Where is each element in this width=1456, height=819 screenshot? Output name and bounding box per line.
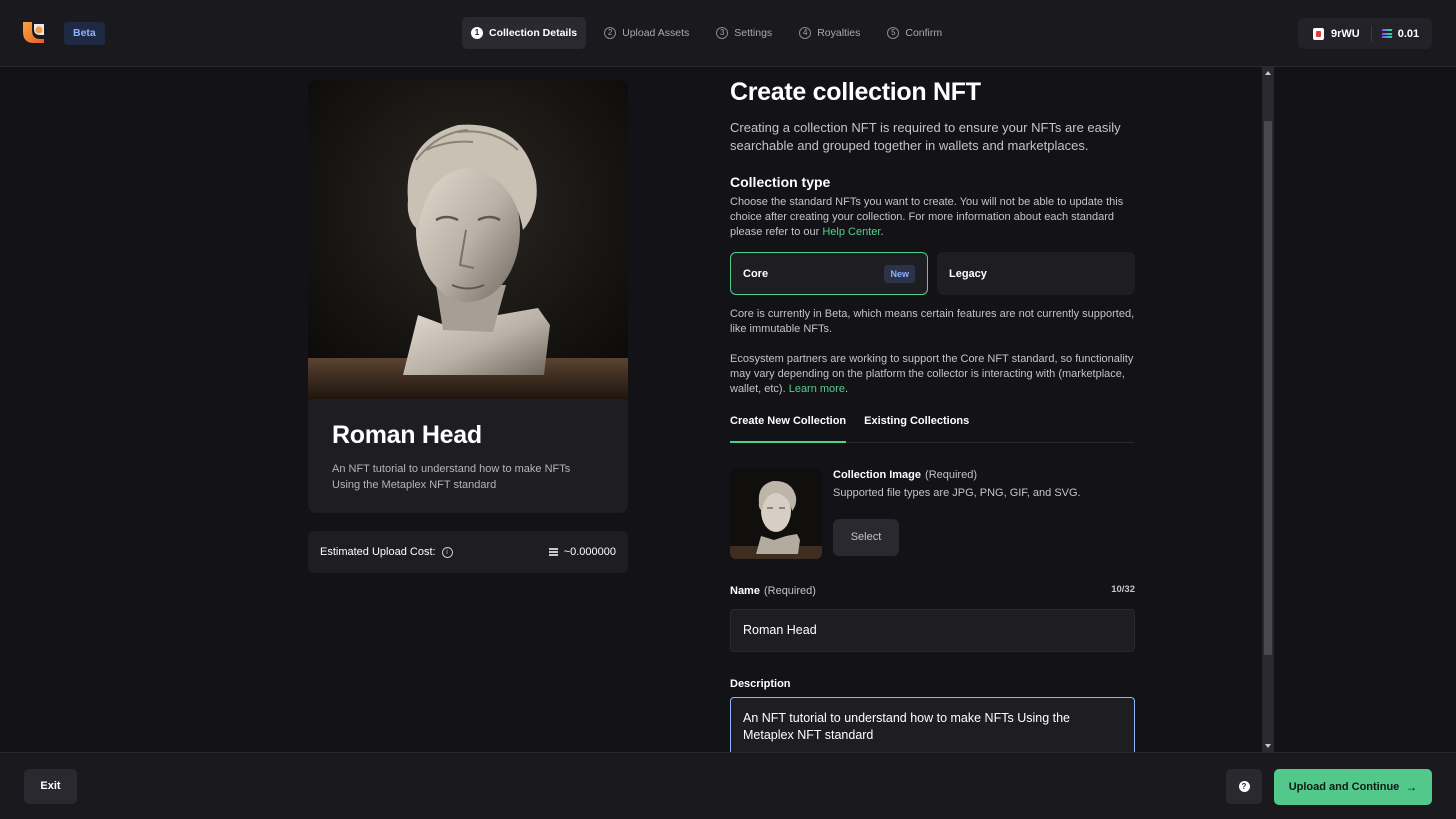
help-center-link[interactable]: Help Center (822, 226, 880, 238)
type-option-legacy[interactable]: Legacy (937, 252, 1135, 295)
wallet-button[interactable]: 9rWU 0.01 (1298, 18, 1432, 49)
scrollbar[interactable] (1262, 67, 1274, 752)
step-settings[interactable]: 3 Settings (707, 17, 781, 49)
step-label: Settings (734, 27, 773, 39)
step-number: 2 (604, 27, 617, 39)
ecosystem-note: Ecosystem partners are working to suppor… (730, 353, 1134, 395)
select-image-button[interactable]: Select (833, 519, 899, 556)
scroll-up-icon[interactable] (1265, 71, 1271, 75)
description-label: Description (730, 678, 791, 690)
step-confirm[interactable]: 5 Confirm (878, 17, 951, 49)
sol-balance: 0.01 (1397, 27, 1420, 40)
preview-image (308, 80, 628, 399)
name-label: Name (Required) (730, 585, 816, 597)
core-beta-note: Core is currently in Beta, which means c… (730, 308, 1135, 335)
divider (1370, 25, 1372, 42)
preview-description: An NFT tutorial to understand how to mak… (332, 463, 571, 491)
step-number: 5 (887, 27, 900, 39)
upload-and-continue-button[interactable]: Upload and Continue → (1274, 769, 1432, 805)
collection-type-title: Collection type (730, 174, 831, 190)
step-label: Confirm (905, 27, 943, 39)
type-label: Core (743, 267, 769, 280)
beta-badge: Beta (64, 22, 105, 45)
collection-type-description: Choose the standard NFTs you want to cre… (730, 196, 1124, 238)
info-icon[interactable]: i (441, 546, 453, 558)
top-bar: Beta 1 Collection Details 2 Upload Asset… (0, 0, 1456, 67)
tab-existing-collections[interactable]: Existing Collections (864, 411, 969, 443)
page-title: Create collection NFT (730, 78, 981, 106)
page-intro: Creating a collection NFT is required to… (730, 120, 1121, 153)
step-upload-assets[interactable]: 2 Upload Assets (595, 17, 698, 49)
name-char-counter: 10/32 (1111, 584, 1135, 595)
step-collection-details[interactable]: 1 Collection Details (462, 17, 587, 49)
main-content: Roman Head An NFT tutorial to understand… (0, 67, 1456, 752)
name-label-text: Name (730, 585, 760, 597)
learn-more-link[interactable]: Learn more (789, 383, 845, 395)
upload-cost-card: Estimated Upload Cost: i ~0.000000 (308, 531, 628, 573)
wizard-steps: 1 Collection Details 2 Upload Assets 3 S… (462, 17, 960, 49)
solana-icon (1381, 29, 1393, 38)
new-badge: New (884, 264, 915, 283)
collection-image-help: Supported file types are JPG, PNG, GIF, … (833, 487, 1081, 499)
app-logo-icon[interactable] (20, 19, 47, 46)
solana-icon (548, 548, 558, 556)
step-number: 4 (799, 27, 812, 39)
description-textarea[interactable]: An NFT tutorial to understand how to mak… (730, 697, 1135, 752)
step-royalties[interactable]: 4 Royalties (790, 17, 869, 49)
wallet-address: 9rWU (1331, 27, 1360, 40)
step-label: Royalties (817, 27, 861, 39)
arrow-right-icon: → (1405, 780, 1418, 794)
step-label: Upload Assets (622, 27, 690, 39)
cost-value: ~0.000000 (563, 546, 616, 558)
preview-title: Roman Head (332, 421, 482, 449)
step-number: 1 (471, 27, 483, 39)
exit-button[interactable]: Exit (24, 769, 77, 804)
scroll-thumb[interactable] (1264, 121, 1272, 655)
required-tag: (Required) (925, 469, 977, 481)
cost-value-group: ~0.000000 (548, 546, 616, 558)
collection-image-title: Collection Image (833, 469, 922, 481)
upload-button-label: Upload and Continue (1288, 781, 1400, 793)
collection-image-label: Collection Image (Required) (833, 469, 977, 481)
collection-image-thumbnail (730, 468, 822, 559)
footer-bar: Exit ? Upload and Continue → (0, 752, 1456, 819)
collection-type-text: Choose the standard NFTs you want to cre… (730, 196, 1124, 238)
scroll-down-icon[interactable] (1265, 744, 1271, 748)
step-label: Collection Details (489, 27, 578, 39)
name-input[interactable]: Roman Head (730, 609, 1135, 652)
type-option-core[interactable]: Core New (730, 252, 928, 295)
step-number: 3 (716, 27, 729, 39)
required-tag: (Required) (763, 585, 816, 597)
preview-card: Roman Head An NFT tutorial to understand… (308, 399, 628, 513)
tab-create-new-collection[interactable]: Create New Collection (730, 411, 847, 443)
wallet-icon (1313, 27, 1324, 40)
type-label: Legacy (949, 267, 987, 280)
cost-label: Estimated Upload Cost: (320, 546, 436, 558)
help-button[interactable]: ? (1226, 769, 1262, 804)
help-icon: ? (1238, 781, 1250, 792)
collection-tabs: Create New Collection Existing Collectio… (730, 411, 1134, 443)
